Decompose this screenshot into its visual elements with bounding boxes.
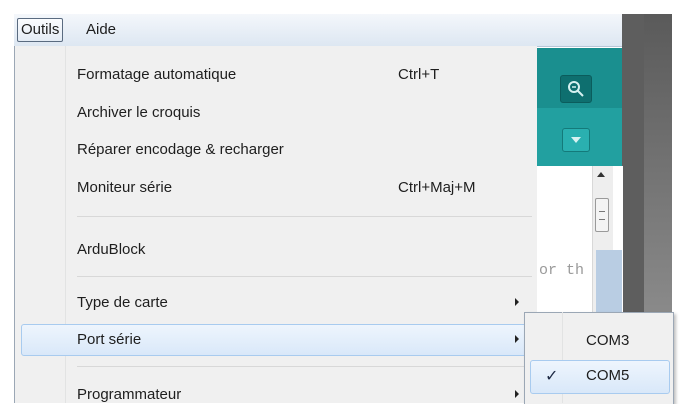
menu-item-port-serie[interactable]: Port série (77, 331, 519, 348)
menu-item-formatage-automatique[interactable]: Formatage automatique Ctrl+T (77, 66, 439, 83)
menu-item-label: Port série (77, 331, 142, 348)
menu-item-programmateur[interactable]: Programmateur (77, 386, 519, 403)
menu-aide[interactable]: Aide (86, 19, 116, 41)
tools-dropdown-menu: Formatage automatique Ctrl+T Archiver le… (14, 46, 537, 403)
menu-separator (77, 276, 532, 277)
submenu-item-com5[interactable]: COM5 (586, 367, 629, 384)
menu-item-label: Moniteur série (77, 179, 173, 196)
menu-item-type-de-carte[interactable]: Type de carte (77, 294, 519, 311)
menu-item-label: Programmateur (77, 386, 182, 403)
menu-item-archiver-le-croquis[interactable]: Archiver le croquis (77, 104, 200, 121)
menu-item-label: Réparer encodage & recharger (77, 141, 284, 158)
menu-outils[interactable]: Outils (17, 18, 64, 42)
menu-item-shortcut: Ctrl+Maj+M (398, 179, 476, 196)
menu-item-label: Type de carte (77, 294, 168, 311)
menu-item-label: Formatage automatique (77, 66, 237, 83)
window-shadow (644, 14, 672, 314)
checkmark-icon: ✓ (545, 368, 559, 385)
editor-code-text: or th (539, 262, 585, 279)
menu-item-shortcut: Ctrl+T (398, 66, 440, 83)
menu-item-moniteur-serie[interactable]: Moniteur série Ctrl+Maj+M (77, 179, 476, 196)
magnifier-icon (568, 81, 584, 97)
window-background-strip (596, 250, 622, 320)
tab-menu-button[interactable] (562, 128, 590, 152)
menu-item-label: ArduBlock (77, 241, 146, 258)
submenu-item-com3[interactable]: COM3 (586, 332, 629, 349)
menu-separator (77, 366, 532, 367)
menu-item-reparer-encodage[interactable]: Réparer encodage & recharger (77, 141, 284, 158)
submenu-arrow-icon (515, 298, 519, 306)
menu-separator (77, 216, 532, 217)
scroll-thumb[interactable] (595, 198, 609, 232)
serial-monitor-button[interactable] (560, 75, 592, 103)
submenu-arrow-icon (515, 390, 519, 398)
menu-item-label: Archiver le croquis (77, 104, 201, 121)
scroll-up-arrow-icon[interactable] (597, 172, 605, 177)
submenu-arrow-icon (515, 335, 519, 343)
menu-item-ardublock[interactable]: ArduBlock (77, 241, 145, 258)
menu-bar: Outils Aide (14, 14, 622, 47)
